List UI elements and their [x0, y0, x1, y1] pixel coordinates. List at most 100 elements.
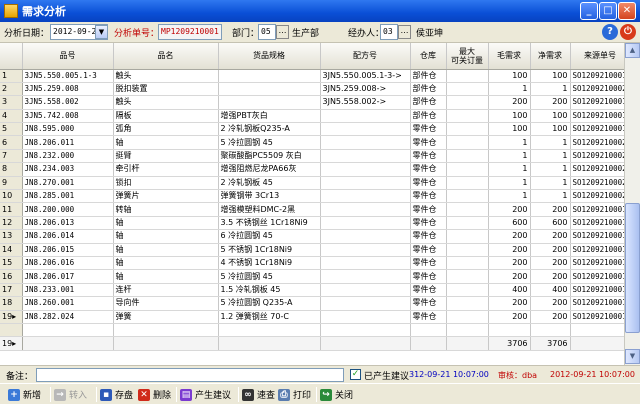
table-cell[interactable]: 3JN5.550.005.1-3 [22, 69, 114, 83]
table-cell[interactable]: 100 [530, 69, 571, 83]
table-cell[interactable]: 弹簧钢带 3Cr13 [218, 189, 321, 204]
table-row[interactable]: 19▸ JN8.282.024 弹簧 1.2 弹簧钢丝 70-C 零件仓 200 200 SO… [0, 310, 624, 324]
scroll-up-icon[interactable]: ▲ [625, 43, 640, 58]
generated-checkbox[interactable]: ✓ [350, 369, 361, 380]
table-cell[interactable] [446, 95, 489, 110]
table-cell[interactable] [320, 122, 411, 137]
row-number[interactable]: 18 [0, 296, 23, 311]
table-cell[interactable]: 聚碳酸酯PC5509 灰白 [218, 149, 321, 164]
table-cell[interactable] [320, 135, 411, 150]
table-cell[interactable]: 100 [488, 122, 531, 137]
table-cell[interactable]: JN8.206.011 [22, 135, 114, 150]
table-row[interactable]: 3 3JN5.558.002 触头 3JN5.558.002-> 部件仓 200 200 SO… [0, 95, 624, 110]
table-cell[interactable]: 2 冷轧钢板 45 [218, 176, 321, 191]
table-cell[interactable]: 200 [488, 229, 531, 244]
row-number[interactable]: 2 [0, 82, 23, 97]
table-cell[interactable]: 1 [530, 176, 571, 191]
table-cell[interactable]: 1 [488, 162, 531, 177]
notes-input[interactable] [36, 368, 344, 382]
vertical-scrollbar[interactable]: ▲ ▼ [624, 43, 640, 365]
table-cell[interactable]: 部件仓 [410, 82, 447, 97]
help-icon[interactable]: ? [602, 24, 618, 40]
table-cell[interactable] [446, 216, 489, 231]
table-cell[interactable]: 100 [488, 69, 531, 83]
table-cell[interactable]: 1 [530, 149, 571, 164]
row-number[interactable]: 13 [0, 229, 23, 244]
table-cell[interactable] [218, 69, 321, 83]
table-cell[interactable] [218, 95, 321, 110]
table-cell[interactable]: 部件仓 [410, 109, 447, 124]
table-row[interactable]: 12 JN8.206.013 轴 3.5 不锈钢丝 1Cr18Ni9 零件仓 600 600… [0, 216, 624, 231]
row-number[interactable]: 6 [0, 135, 23, 150]
table-cell[interactable]: 零件仓 [410, 162, 447, 177]
table-cell[interactable] [488, 323, 531, 338]
table-cell[interactable]: 轴 [113, 229, 219, 244]
table-cell[interactable]: JN8.260.001 [22, 296, 114, 311]
table-row[interactable]: 4 3JN5.742.008 隔板 增强PBT灰白 部件仓 100 100 SO1209210… [0, 109, 624, 124]
table-cell[interactable] [320, 109, 411, 124]
table-cell[interactable]: 零件仓 [410, 216, 447, 231]
table-cell[interactable]: SO1209210001 [570, 122, 624, 137]
table-cell[interactable]: 400 [530, 283, 571, 298]
table-cell[interactable] [446, 82, 489, 97]
table-cell[interactable] [320, 162, 411, 177]
table-cell[interactable]: 零件仓 [410, 283, 447, 298]
table-cell[interactable] [446, 296, 489, 311]
empty-row[interactable] [0, 323, 624, 338]
table-cell[interactable]: SO1209210001 [570, 269, 624, 284]
table-cell[interactable]: 部件仓 [410, 95, 447, 110]
row-number[interactable]: 7 [0, 149, 23, 164]
table-row[interactable]: 1 3JN5.550.005.1-3 触头 3JN5.550.005.1-3-> 部件仓… [0, 69, 624, 83]
table-cell[interactable]: 脱扣装置 [113, 82, 219, 97]
table-cell[interactable] [446, 109, 489, 124]
table-cell[interactable]: 100 [488, 109, 531, 124]
table-cell[interactable] [446, 189, 489, 204]
table-cell[interactable]: SO1209210001 [570, 310, 624, 324]
row-number[interactable]: 5 [0, 122, 23, 137]
table-cell[interactable]: 1.5 冷轧钢板 45 [218, 283, 321, 298]
table-cell[interactable]: SO1209210001 [570, 202, 624, 217]
row-number[interactable]: 17 [0, 283, 23, 298]
table-cell[interactable] [218, 323, 321, 338]
table-cell[interactable]: 200 [530, 229, 571, 244]
table-cell[interactable]: 弹簧片 [113, 189, 219, 204]
table-cell[interactable]: 弧角 [113, 122, 219, 137]
scroll-down-icon[interactable]: ▼ [625, 349, 640, 364]
row-number[interactable]: 3 [0, 95, 23, 110]
table-cell[interactable]: 增强PBT灰白 [218, 109, 321, 124]
table-cell[interactable] [446, 176, 489, 191]
column-header[interactable]: 配方号 [320, 43, 411, 70]
table-cell[interactable] [320, 202, 411, 217]
row-number[interactable]: 10 [0, 189, 23, 204]
table-cell[interactable] [446, 202, 489, 217]
table-cell[interactable]: JN8.285.001 [22, 189, 114, 204]
row-number[interactable]: 1 [0, 69, 23, 83]
table-row[interactable]: 10 JN8.285.001 弹簧片 弹簧钢带 3Cr13 零件仓 1 1 SO1209210… [0, 189, 624, 204]
table-cell[interactable]: 200 [530, 269, 571, 284]
table-cell[interactable]: 增强阻燃尼龙PA66灰 [218, 162, 321, 177]
table-cell[interactable]: 1 [488, 176, 531, 191]
table-cell[interactable]: 3JN5.742.008 [22, 109, 114, 124]
table-cell[interactable]: 200 [488, 296, 531, 311]
table-cell[interactable]: 零件仓 [410, 256, 447, 271]
column-header[interactable]: 品名 [113, 43, 219, 70]
table-cell[interactable]: SO1209210002 [570, 189, 624, 204]
table-cell[interactable]: 零件仓 [410, 189, 447, 204]
table-cell[interactable]: SO1209210002 [570, 82, 624, 97]
table-cell[interactable]: 零件仓 [410, 176, 447, 191]
table-cell[interactable] [446, 122, 489, 137]
table-cell[interactable]: 1 [530, 162, 571, 177]
table-cell[interactable] [218, 82, 321, 97]
table-cell[interactable]: 轴 [113, 256, 219, 271]
close-button[interactable]: ↪ 关闭 [320, 386, 353, 403]
table-cell[interactable] [320, 229, 411, 244]
table-cell[interactable]: 5 冷拉圆钢 Q235-A [218, 296, 321, 311]
table-cell[interactable] [320, 149, 411, 164]
table-cell[interactable]: 200 [530, 256, 571, 271]
table-cell[interactable]: JN8.270.001 [22, 176, 114, 191]
table-cell[interactable]: 200 [530, 243, 571, 257]
table-row[interactable]: 16 JN8.206.017 轴 5 冷拉圆钢 45 零件仓 200 200 SO120921… [0, 269, 624, 284]
table-cell[interactable]: 导向件 [113, 296, 219, 311]
row-number[interactable]: 8 [0, 162, 23, 177]
table-cell[interactable] [446, 243, 489, 257]
